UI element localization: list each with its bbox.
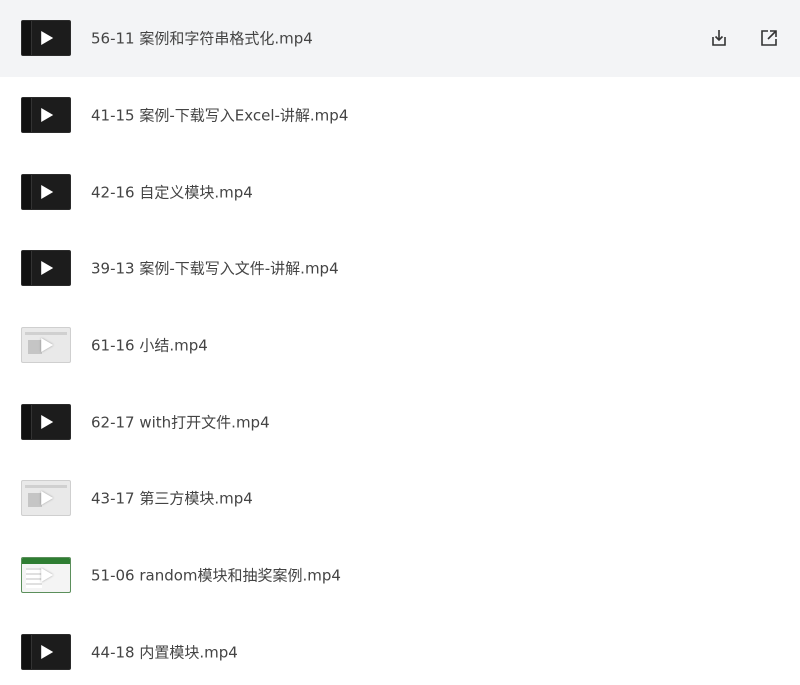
video-thumbnail[interactable] (21, 20, 71, 57)
video-thumbnail[interactable] (21, 173, 71, 210)
play-icon (41, 108, 54, 123)
row-actions (708, 27, 780, 49)
file-name[interactable]: 43-17 第三方模块.mp4 (91, 488, 253, 509)
video-thumbnail[interactable] (21, 633, 71, 670)
file-row[interactable]: 56-11 案例和字符串格式化.mp4 (0, 0, 800, 77)
video-file-list: 56-11 案例和字符串格式化.mp4 41-15 案例-下载写入Excel-讲解… (0, 0, 800, 685)
file-name[interactable]: 41-15 案例-下载写入Excel-讲解.mp4 (91, 105, 348, 126)
file-name[interactable]: 51-06 random模块和抽奖案例.mp4 (91, 565, 341, 586)
file-row[interactable]: 62-17 with打开文件.mp4 (0, 383, 800, 460)
play-icon (41, 491, 54, 506)
video-thumbnail[interactable] (21, 250, 71, 287)
file-row[interactable]: 61-16 小结.mp4 (0, 307, 800, 384)
file-name[interactable]: 44-18 内置模块.mp4 (91, 641, 238, 662)
video-thumbnail[interactable] (21, 403, 71, 440)
video-thumbnail[interactable] (21, 97, 71, 134)
file-name[interactable]: 62-17 with打开文件.mp4 (91, 411, 270, 432)
video-thumbnail[interactable] (21, 327, 71, 364)
file-row[interactable]: 42-16 自定义模块.mp4 (0, 153, 800, 230)
file-row[interactable]: 39-13 案例-下载写入文件-讲解.mp4 (0, 230, 800, 307)
play-icon (41, 261, 54, 276)
play-icon (41, 644, 54, 659)
play-icon (41, 568, 54, 583)
video-thumbnail[interactable] (21, 557, 71, 594)
file-name[interactable]: 61-16 小结.mp4 (91, 335, 208, 356)
video-thumbnail[interactable] (21, 480, 71, 517)
file-row[interactable]: 44-18 内置模块.mp4 (0, 614, 800, 685)
file-row[interactable]: 51-06 random模块和抽奖案例.mp4 (0, 537, 800, 614)
file-row[interactable]: 41-15 案例-下载写入Excel-讲解.mp4 (0, 77, 800, 154)
play-icon (41, 31, 54, 46)
play-icon (41, 338, 54, 353)
play-icon (41, 414, 54, 429)
download-icon[interactable] (708, 27, 730, 49)
file-row[interactable]: 43-17 第三方模块.mp4 (0, 460, 800, 537)
file-name[interactable]: 56-11 案例和字符串格式化.mp4 (91, 28, 313, 49)
play-icon (41, 184, 54, 199)
file-name[interactable]: 42-16 自定义模块.mp4 (91, 181, 253, 202)
file-name[interactable]: 39-13 案例-下载写入文件-讲解.mp4 (91, 258, 339, 279)
open-external-icon[interactable] (758, 27, 780, 49)
